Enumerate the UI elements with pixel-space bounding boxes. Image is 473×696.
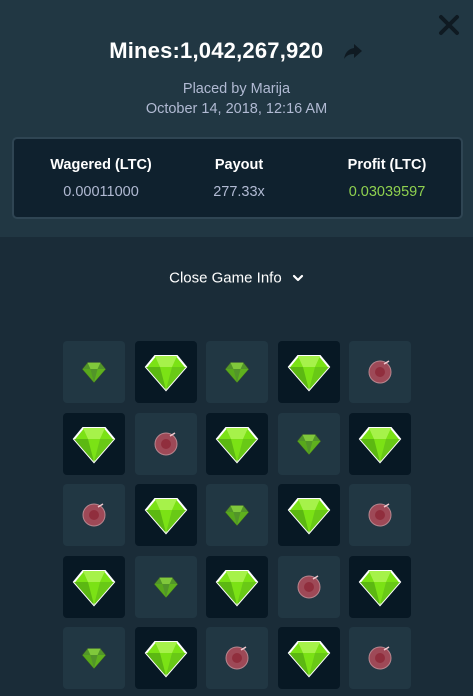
- gem-icon: [144, 641, 188, 678]
- share-button[interactable]: [342, 40, 364, 62]
- tile-mine: [63, 484, 125, 546]
- share-icon[interactable]: [342, 40, 364, 62]
- tile-gem: [63, 627, 125, 689]
- stat-value: 0.00011000: [63, 184, 139, 200]
- gem-icon: [358, 570, 402, 607]
- tile-gem-picked: [135, 484, 197, 546]
- gem-icon: [296, 434, 322, 456]
- tile-gem-picked: [63, 413, 125, 475]
- title-row: Mines:1,042,267,920: [0, 38, 473, 68]
- tile-gem-picked: [63, 556, 125, 618]
- mine-icon: [225, 646, 249, 670]
- tile-gem: [206, 484, 268, 546]
- stat-payout: Payout 277.33x: [164, 139, 314, 217]
- mine-icon: [368, 503, 392, 527]
- tile-gem: [63, 341, 125, 403]
- tile-mine: [349, 484, 411, 546]
- mine-icon: [154, 432, 178, 456]
- tile-mine: [349, 341, 411, 403]
- tile-gem-picked: [135, 341, 197, 403]
- game-info-header: Mines:1,042,267,920 Placed by Marija Oct…: [0, 0, 473, 237]
- tile-gem: [278, 413, 340, 475]
- stat-label: Profit (LTC): [347, 157, 427, 173]
- bet-date: October 14, 2018, 12:16 AM: [145, 101, 328, 117]
- mine-icon: [297, 575, 321, 599]
- tile-gem-picked: [278, 484, 340, 546]
- stat-value: 0.03039597: [348, 184, 426, 200]
- gem-icon: [153, 577, 179, 599]
- gem-icon: [358, 427, 402, 464]
- tile-gem: [135, 556, 197, 618]
- gem-icon: [287, 355, 331, 392]
- stat-label: Payout: [214, 157, 264, 173]
- tile-gem-picked: [278, 341, 340, 403]
- tile-gem-picked: [206, 556, 268, 618]
- gem-icon: [72, 427, 116, 464]
- gem-icon: [215, 427, 259, 464]
- gem-icon: [224, 505, 250, 527]
- bet-stats-panel: Wagered (LTC) 0.00011000 Payout 277.33x …: [12, 137, 463, 219]
- tile-gem-picked: [349, 413, 411, 475]
- gem-icon: [81, 362, 107, 384]
- stat-value: 277.33x: [213, 184, 265, 200]
- gem-icon: [81, 648, 107, 670]
- page-title: Mines:1,042,267,920: [109, 38, 324, 63]
- mines-board: [63, 341, 411, 696]
- tile-mine: [349, 627, 411, 689]
- tile-gem: [206, 341, 268, 403]
- gem-icon: [72, 570, 116, 607]
- gem-icon: [224, 362, 250, 384]
- tile-gem-picked: [349, 556, 411, 618]
- chevron-down-icon: [292, 274, 303, 282]
- tile-gem-picked: [135, 627, 197, 689]
- stat-profit: Profit (LTC) 0.03039597: [312, 139, 462, 217]
- toggle-label: Close Game Info: [169, 269, 282, 287]
- gem-icon: [144, 355, 188, 392]
- gem-icon: [287, 498, 331, 535]
- stat-wagered: Wagered (LTC) 0.00011000: [26, 139, 176, 217]
- mine-icon: [368, 360, 392, 384]
- tile-mine: [278, 556, 340, 618]
- gem-icon: [215, 570, 259, 607]
- tile-mine: [206, 627, 268, 689]
- placed-by-text: Placed by Marija: [182, 81, 291, 97]
- stat-label: Wagered (LTC): [50, 157, 152, 173]
- close-icon[interactable]: [436, 12, 462, 38]
- tile-gem-picked: [206, 413, 268, 475]
- gem-icon: [144, 498, 188, 535]
- close-button[interactable]: [436, 12, 462, 38]
- close-game-info-toggle[interactable]: Close Game Info: [0, 269, 473, 287]
- tile-mine: [135, 413, 197, 475]
- gem-icon: [287, 641, 331, 678]
- mine-icon: [82, 503, 106, 527]
- tile-gem-picked: [278, 627, 340, 689]
- mine-icon: [368, 646, 392, 670]
